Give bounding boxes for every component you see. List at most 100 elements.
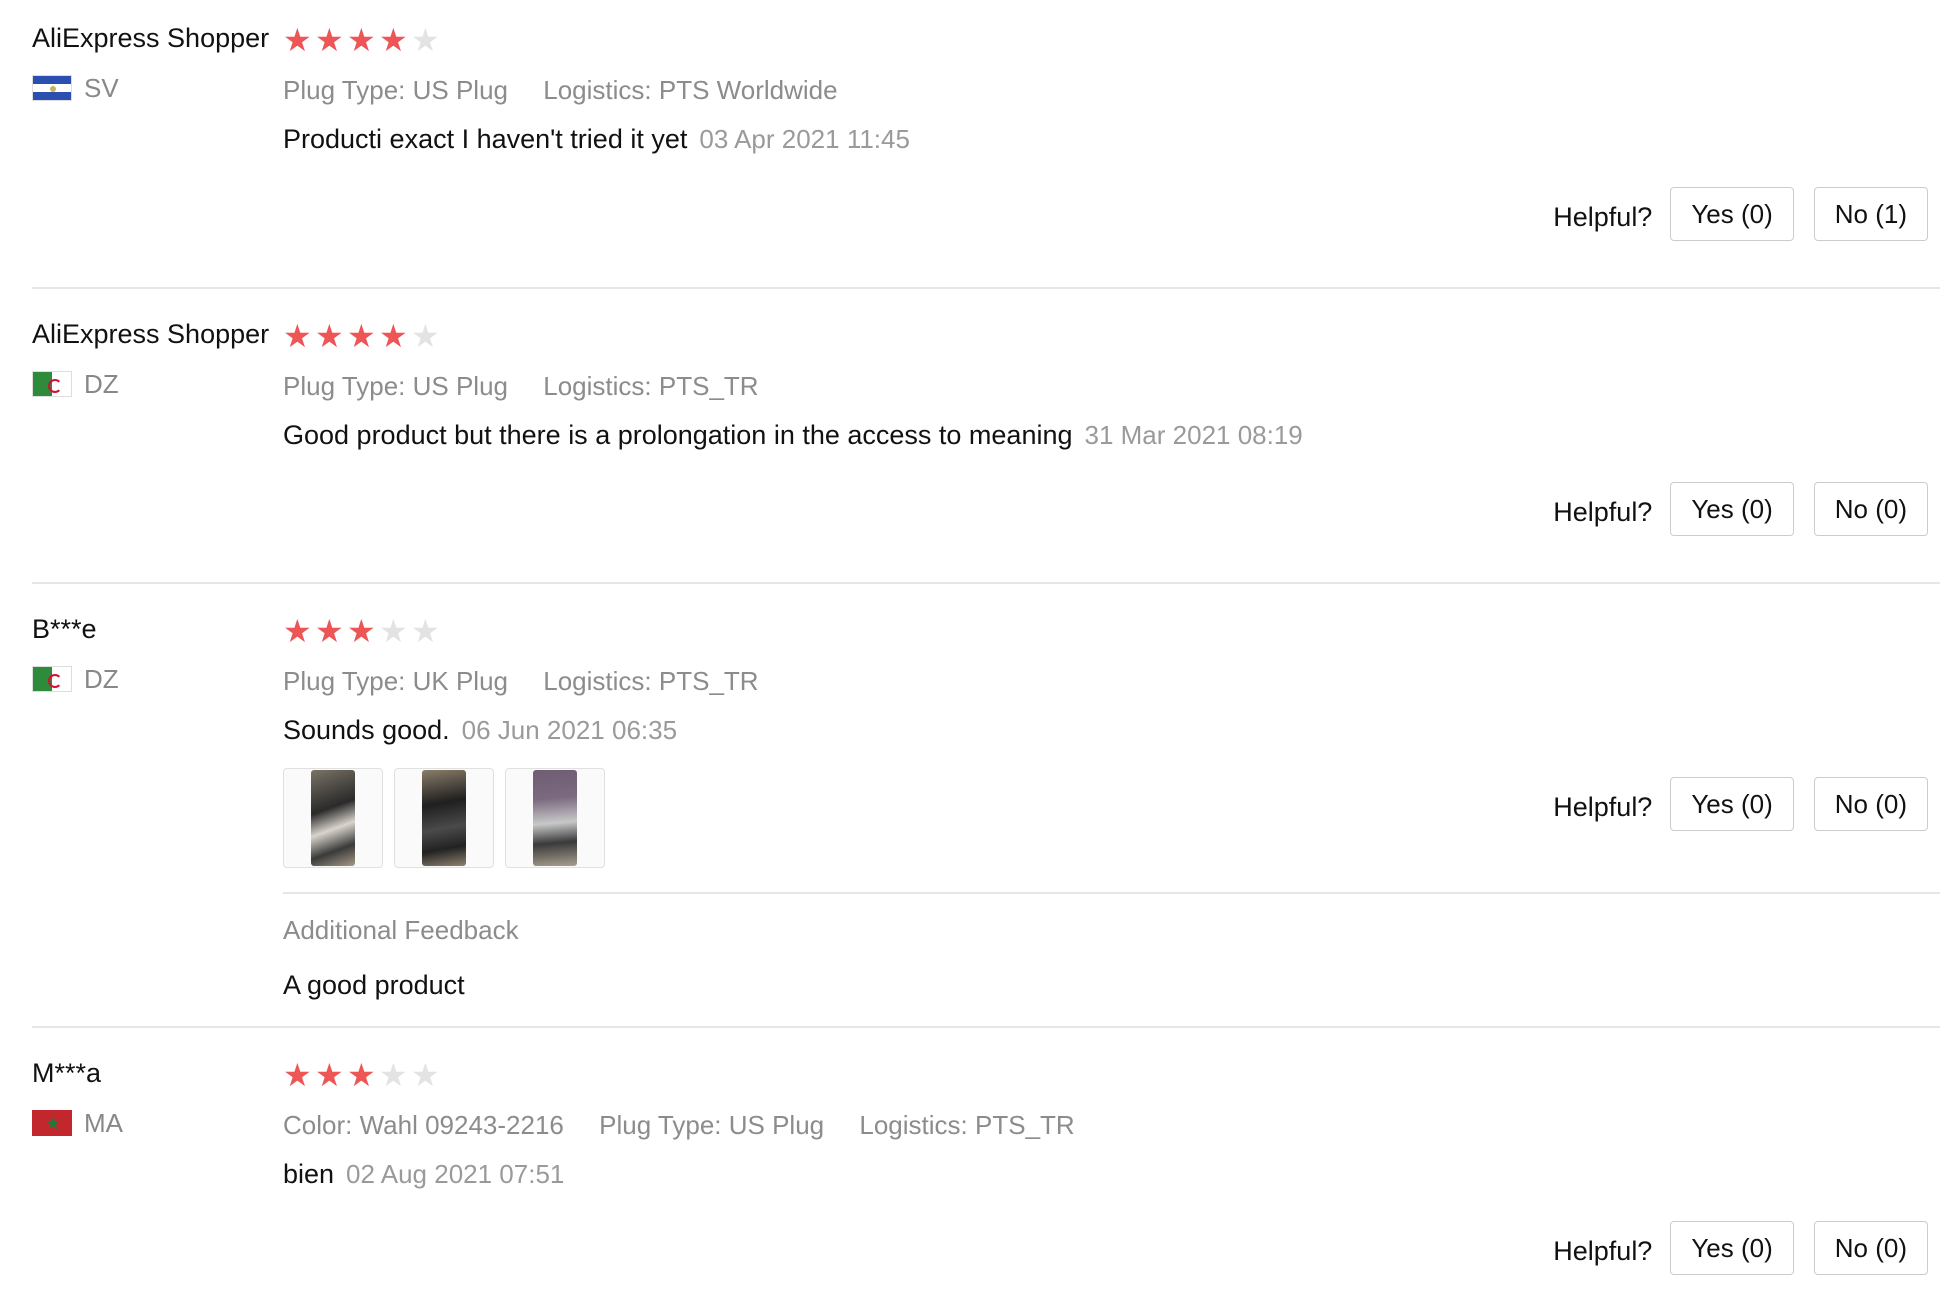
review-attributes: Plug Type: UK Plug Logistics: PTS_TR [283,664,1928,698]
attribute-logistics: Logistics: PTS_TR [543,666,759,696]
country-code: MA [84,1108,123,1138]
algeria-flag-icon [32,371,72,397]
star-icon: ★ [283,21,312,59]
review-comment: Good product but there is a prolongation… [283,417,1928,453]
reviewer-name: B***e [32,614,97,644]
review-comment: Producti exact I haven't tried it yet 03 … [283,121,1928,157]
country-code: SV [84,73,119,103]
star-rating: ★ ★ ★ ★ ★ [283,317,1928,355]
reviewer-info: M***a MA [32,1055,282,1139]
attribute-logistics: Logistics: PTS_TR [543,371,759,401]
star-icon: ★ [283,317,312,355]
attribute-plug-type: Plug Type: US Plug [283,371,509,401]
review-photo-icon [533,770,577,866]
helpful-yes-button[interactable]: Yes (0) [1670,482,1794,536]
review-photo-thumbnail[interactable] [394,768,494,868]
helpful-no-button[interactable]: No (0) [1813,1221,1928,1275]
review-content: ★ ★ ★ ★ ★ Plug Type: US Plug Logistics: … [283,21,1928,157]
attribute-plug-type: Plug Type: UK Plug [283,666,509,696]
helpful-label: Helpful? [1553,791,1653,822]
star-icon: ★ [283,1056,312,1094]
star-icon: ★ [315,1056,344,1094]
attribute-plug-type: Plug Type: US Plug [283,75,509,105]
star-icon: ★ [379,317,408,355]
reviewer-info: B***e DZ [32,611,282,695]
star-icon: ★ [411,317,440,355]
star-icon: ★ [315,21,344,59]
helpful-yes-button[interactable]: Yes (0) [1670,1221,1794,1275]
review-divider [32,1026,1940,1028]
review-date: 03 Apr 2021 11:45 [699,124,910,154]
star-icon: ★ [315,317,344,355]
star-rating: ★ ★ ★ ★ ★ [283,612,1928,650]
reviewer-country: DZ [32,663,282,695]
country-code: DZ [84,369,119,399]
helpful-no-button[interactable]: No (1) [1813,187,1928,241]
comment-text: bien [283,1159,335,1189]
country-code: DZ [84,664,119,694]
morocco-flag-icon [32,1110,72,1136]
review-date: 02 Aug 2021 07:51 [346,1159,565,1189]
star-icon: ★ [347,612,376,650]
star-icon: ★ [347,1056,376,1094]
helpful-vote: Helpful? Yes (0) No (0) [1553,1221,1928,1275]
additional-feedback-divider [283,892,1940,894]
helpful-yes-button[interactable]: Yes (0) [1670,777,1794,831]
review-comment: Sounds good. 06 Jun 2021 06:35 [283,712,1928,748]
review-photo-thumbnail[interactable] [283,768,383,868]
review-divider [32,287,1940,289]
star-rating: ★ ★ ★ ★ ★ [283,21,1928,59]
star-icon: ★ [411,1056,440,1094]
reviewer-info: AliExpress Shopper DZ [32,316,282,400]
star-icon: ★ [379,21,408,59]
reviews-list: AliExpress Shopper SV ★ ★ ★ ★ ★ Plug Typ… [0,0,1952,1312]
star-icon: ★ [347,317,376,355]
review-photo-thumbnail[interactable] [505,768,605,868]
additional-feedback-title: Additional Feedback [283,915,519,945]
comment-text: Producti exact I haven't tried it yet [283,124,688,154]
star-icon: ★ [411,21,440,59]
star-icon: ★ [411,612,440,650]
comment-text: Good product but there is a prolongation… [283,420,1073,450]
algeria-flag-icon [32,666,72,692]
star-icon: ★ [347,21,376,59]
star-icon: ★ [379,1056,408,1094]
helpful-label: Helpful? [1553,496,1653,527]
attribute-logistics: Logistics: PTS_TR [859,1110,1075,1140]
reviewer-country: DZ [32,368,282,400]
reviewer-name: AliExpress Shopper [32,319,270,349]
reviewer-name: AliExpress Shopper [32,23,270,53]
review-content: ★ ★ ★ ★ ★ Plug Type: US Plug Logistics: … [283,317,1928,453]
review-attributes: Plug Type: US Plug Logistics: PTS_TR [283,369,1928,403]
comment-text: Sounds good. [283,715,450,745]
helpful-vote: Helpful? Yes (0) No (0) [1553,777,1928,831]
review-attributes: Color: Wahl 09243-2216 Plug Type: US Plu… [283,1108,1928,1142]
review-date: 31 Mar 2021 08:19 [1084,420,1303,450]
star-icon: ★ [379,612,408,650]
helpful-no-button[interactable]: No (0) [1813,777,1928,831]
review-content: ★ ★ ★ ★ ★ Color: Wahl 09243-2216 Plug Ty… [283,1056,1928,1192]
reviewer-country: MA [32,1107,282,1139]
helpful-label: Helpful? [1553,1235,1653,1266]
helpful-no-button[interactable]: No (0) [1813,482,1928,536]
reviewer-info: AliExpress Shopper SV [32,20,282,104]
review-divider [32,582,1940,584]
review-photo-icon [311,770,355,866]
helpful-vote: Helpful? Yes (0) No (1) [1553,187,1928,241]
attribute-plug-type: Plug Type: US Plug [599,1110,825,1140]
review-comment: bien 02 Aug 2021 07:51 [283,1156,1928,1192]
review-photo-icon [422,770,466,866]
reviewer-country: SV [32,72,282,104]
helpful-vote: Helpful? Yes (0) No (0) [1553,482,1928,536]
additional-feedback-text: A good product [283,970,465,1000]
star-icon: ★ [315,612,344,650]
el-salvador-flag-icon [32,75,72,101]
star-rating: ★ ★ ★ ★ ★ [283,1056,1928,1094]
review-date: 06 Jun 2021 06:35 [461,715,678,745]
attribute-logistics: Logistics: PTS Worldwide [543,75,838,105]
helpful-label: Helpful? [1553,201,1653,232]
reviewer-name: M***a [32,1058,102,1088]
star-icon: ★ [283,612,312,650]
review-attributes: Plug Type: US Plug Logistics: PTS Worldw… [283,73,1928,107]
helpful-yes-button[interactable]: Yes (0) [1670,187,1794,241]
